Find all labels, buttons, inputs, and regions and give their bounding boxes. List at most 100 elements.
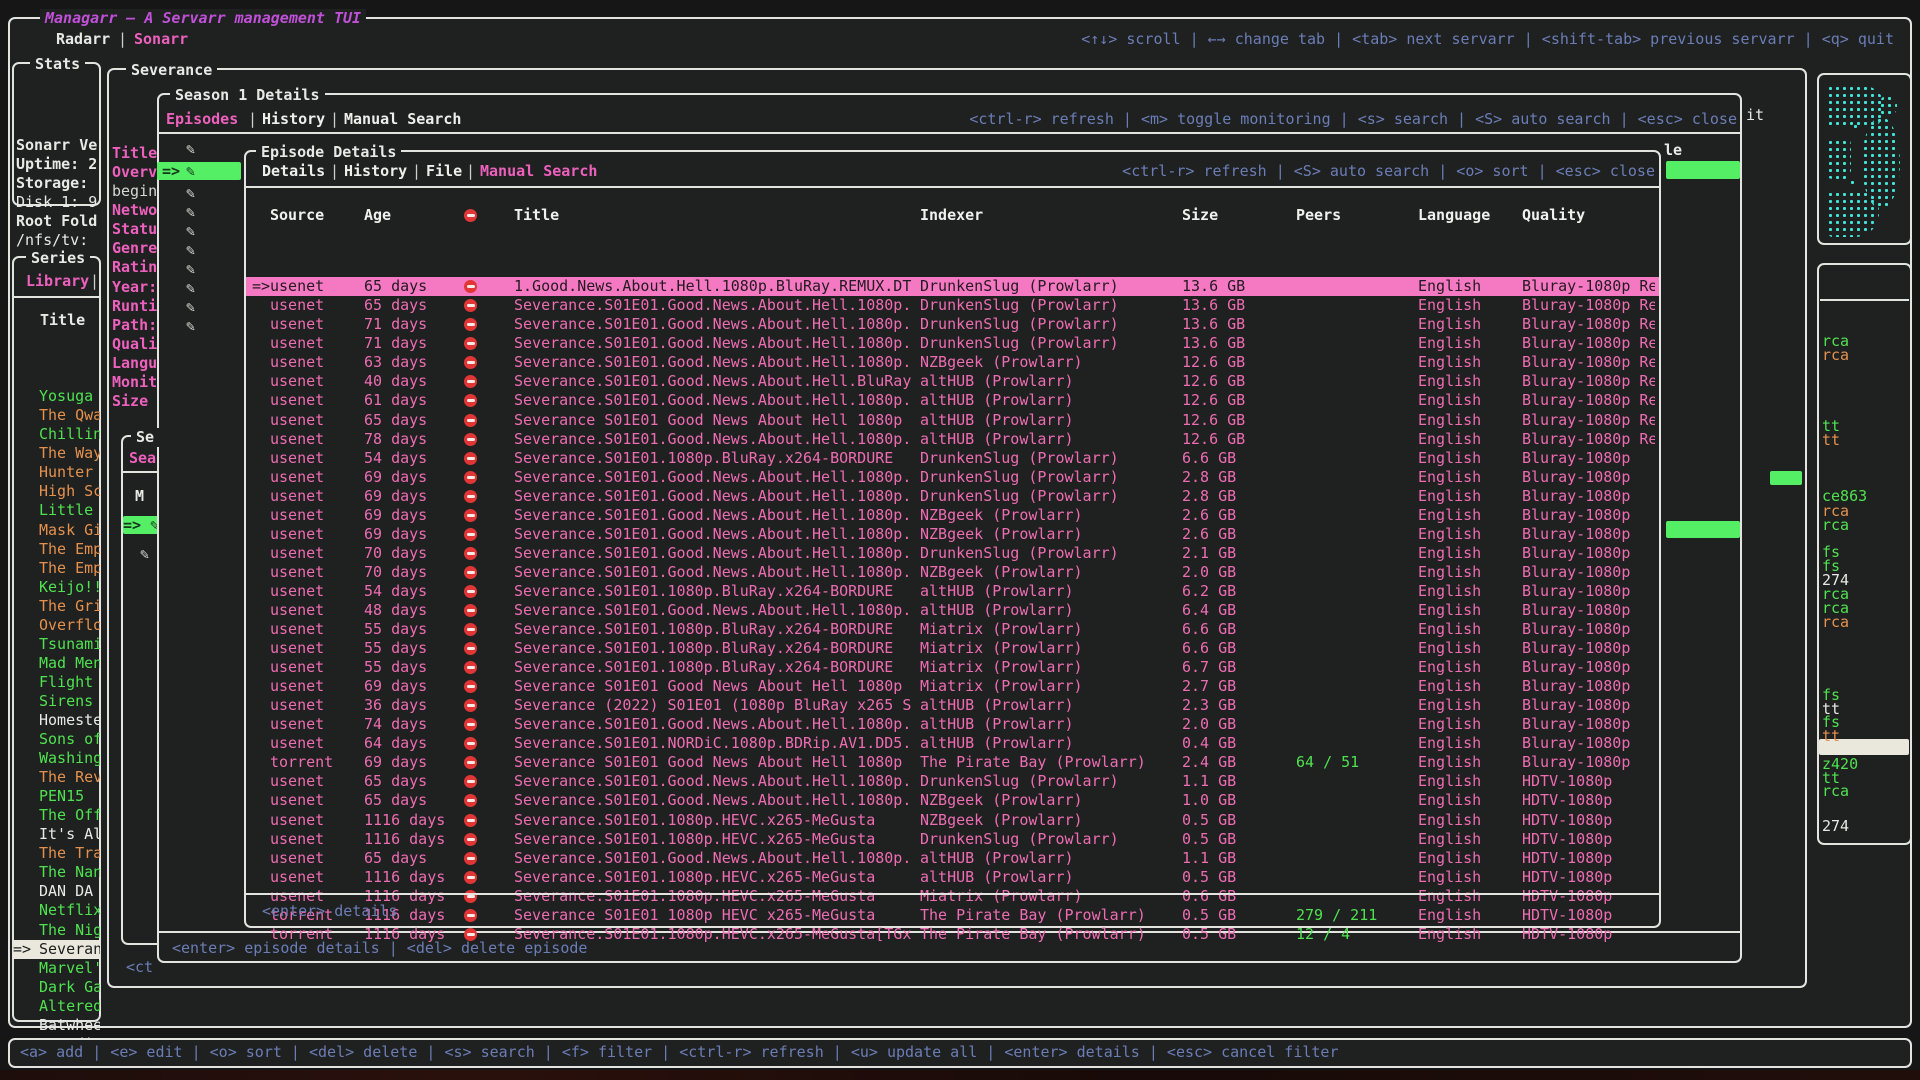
release-row[interactable]: usenet 69 days Severance.S01E01.Good.New… — [246, 468, 1659, 487]
release-row[interactable]: usenet 65 days Severance.S01E01.Good.New… — [246, 296, 1659, 315]
series-list-item[interactable]: The Gri — [13, 597, 100, 616]
severance-field-label: Runti — [112, 297, 158, 316]
series-list-item[interactable]: Flight — [13, 673, 100, 692]
series-list-item[interactable]: Keijo!! — [13, 578, 100, 597]
series-list-item[interactable]: Hunter — [13, 463, 100, 482]
release-row[interactable]: torrent 1116 days Severance.S01E01.1080p… — [246, 925, 1659, 944]
release-quality: Bluray-1080p — [1522, 715, 1655, 734]
rejected-icon — [464, 849, 484, 868]
release-row[interactable]: usenet 63 days Severance.S01E01.Good.New… — [246, 353, 1659, 372]
release-row[interactable]: torrent 1116 days Severance S01E01 1080p… — [246, 906, 1659, 925]
series-list-item[interactable]: Batwhee — [13, 1016, 100, 1035]
release-row[interactable]: usenet 55 days Severance.S01E01.1080p.Bl… — [246, 639, 1659, 658]
release-source: usenet — [270, 296, 358, 315]
series-list-item[interactable]: => Severan — [13, 940, 100, 959]
series-list-item[interactable]: Altered — [13, 997, 100, 1016]
release-row[interactable]: usenet 71 days Severance.S01E01.Good.New… — [246, 315, 1659, 334]
series-list-item[interactable]: The Way — [13, 444, 100, 463]
release-row[interactable]: usenet 40 days Severance.S01E01.Good.New… — [246, 372, 1659, 391]
series-list-item[interactable]: Chillin — [13, 425, 100, 444]
episode-row[interactable]: ✎ — [157, 184, 241, 202]
series-list-item[interactable]: Mask Gi — [13, 521, 100, 540]
release-row[interactable]: usenet 64 days Severance.S01E01.NORDiC.1… — [246, 734, 1659, 753]
release-row[interactable]: usenet 54 days Severance.S01E01.1080p.Bl… — [246, 582, 1659, 601]
release-row[interactable]: usenet 65 days Severance.S01E01.Good.New… — [246, 849, 1659, 868]
series-list-item[interactable]: The Rev — [13, 768, 100, 787]
release-title: Severance S01E01 Good News About Hell 10… — [514, 411, 916, 430]
tab-file[interactable]: File — [426, 162, 462, 181]
release-row[interactable]: usenet 1116 days Severance.S01E01.1080p.… — [246, 887, 1659, 906]
release-row[interactable]: usenet 54 days Severance.S01E01.1080p.Bl… — [246, 449, 1659, 468]
episode-row[interactable]: ✎ — [157, 298, 241, 316]
tab-history[interactable]: History — [344, 162, 407, 181]
release-row[interactable]: usenet 65 days Severance.S01E01.Good.New… — [246, 791, 1659, 810]
selection-marker — [13, 540, 39, 559]
release-row[interactable]: torrent 69 days Severance S01E01 Good Ne… — [246, 753, 1659, 772]
release-row[interactable]: usenet 61 days Severance.S01E01.Good.New… — [246, 391, 1659, 410]
episode-row[interactable]: ✎ — [157, 222, 241, 240]
tab-history[interactable]: History — [262, 110, 325, 129]
release-quality: HDTV-1080p — [1522, 772, 1655, 791]
release-row[interactable]: usenet 48 days Severance.S01E01.Good.New… — [246, 601, 1659, 620]
series-list-item[interactable]: PEN15 — [13, 787, 100, 806]
series-list-item[interactable]: It's Al — [13, 825, 100, 844]
release-row[interactable]: usenet 74 days Severance.S01E01.Good.New… — [246, 715, 1659, 734]
release-row[interactable]: usenet 69 days Severance S01E01 Good New… — [246, 677, 1659, 696]
episode-row[interactable]: ✎ — [157, 140, 241, 158]
release-row[interactable]: usenet 71 days Severance.S01E01.Good.New… — [246, 334, 1659, 353]
release-row[interactable]: usenet 65 days Severance S01E01 Good New… — [246, 411, 1659, 430]
tab-manual-search[interactable]: Manual Search — [480, 162, 597, 181]
release-row[interactable]: usenet 69 days Severance.S01E01.Good.New… — [246, 487, 1659, 506]
release-row[interactable]: usenet 1116 days Severance.S01E01.1080p.… — [246, 811, 1659, 830]
episode-row[interactable]: ✎ — [157, 203, 241, 221]
release-row[interactable]: => usenet 65 days 1.Good.News.About.Hell… — [246, 277, 1659, 296]
tab-manual-search[interactable]: Manual Search — [344, 110, 461, 129]
series-list-item[interactable]: Homeste — [13, 711, 100, 730]
release-row[interactable]: usenet 65 days Severance.S01E01.Good.New… — [246, 772, 1659, 791]
series-list-item[interactable]: Little — [13, 501, 100, 520]
series-list-item[interactable]: DAN DA — [13, 882, 100, 901]
series-list-item[interactable]: Netflix — [13, 901, 100, 920]
series-list-item[interactable]: The Emp — [13, 559, 100, 578]
release-row[interactable]: usenet 78 days Severance.S01E01.Good.New… — [246, 430, 1659, 449]
release-row[interactable]: usenet 69 days Severance.S01E01.Good.New… — [246, 506, 1659, 525]
episode-row[interactable]: ✎ — [157, 260, 241, 278]
release-row[interactable]: usenet 1116 days Severance.S01E01.1080p.… — [246, 830, 1659, 849]
series-list-item[interactable]: Overflo — [13, 616, 100, 635]
tab-radarr[interactable]: Radarr — [56, 30, 110, 49]
rejected-icon — [464, 715, 484, 734]
series-list-item[interactable]: The Nan — [13, 863, 100, 882]
series-list-item[interactable]: Tsunami — [13, 635, 100, 654]
series-list-item[interactable]: Washing — [13, 749, 100, 768]
episode-row[interactable]: ✎ — [157, 279, 241, 297]
release-row[interactable]: usenet 1116 days Severance.S01E01.1080p.… — [246, 868, 1659, 887]
series-list-item[interactable]: Sirens — [13, 692, 100, 711]
episode-row[interactable]: => ✎ — [157, 162, 241, 180]
series-list-item[interactable]: The Qwa — [13, 406, 100, 425]
release-row[interactable]: usenet 55 days Severance.S01E01.1080p.Bl… — [246, 620, 1659, 639]
tab-library[interactable]: Library — [26, 272, 89, 291]
release-row[interactable]: usenet 70 days Severance.S01E01.Good.New… — [246, 544, 1659, 563]
release-row[interactable]: usenet 69 days Severance.S01E01.Good.New… — [246, 525, 1659, 544]
series-list-item[interactable]: High Sc — [13, 482, 100, 501]
series-list-item[interactable]: Yosuga — [13, 387, 100, 406]
series-list-item[interactable]: Sons of — [13, 730, 100, 749]
seasons-tab-fragment[interactable]: Sea — [129, 449, 156, 468]
episode-row[interactable]: ✎ — [157, 317, 241, 335]
series-list-item[interactable]: The Emp — [13, 540, 100, 559]
severance-field-label: Monit — [112, 373, 158, 392]
release-row[interactable]: usenet 36 days Severance (2022) S01E01 (… — [246, 696, 1659, 715]
series-list-item[interactable]: Mad Men — [13, 654, 100, 673]
rejected-icon — [464, 582, 484, 601]
episode-row[interactable]: ✎ — [157, 241, 241, 259]
release-row[interactable]: usenet 55 days Severance.S01E01.1080p.Bl… — [246, 658, 1659, 677]
tab-details[interactable]: Details — [262, 162, 325, 181]
release-row[interactable]: usenet 70 days Severance.S01E01.Good.New… — [246, 563, 1659, 582]
rejected-icon — [464, 906, 484, 925]
series-list-item[interactable]: Dark Ga — [13, 978, 100, 997]
series-list-item[interactable]: Marvel' — [13, 959, 100, 978]
selection-marker — [13, 825, 39, 844]
series-list-item[interactable]: The Nig — [13, 921, 100, 940]
series-list-item[interactable]: The Tra — [13, 844, 100, 863]
series-list-item[interactable]: The Off — [13, 806, 100, 825]
